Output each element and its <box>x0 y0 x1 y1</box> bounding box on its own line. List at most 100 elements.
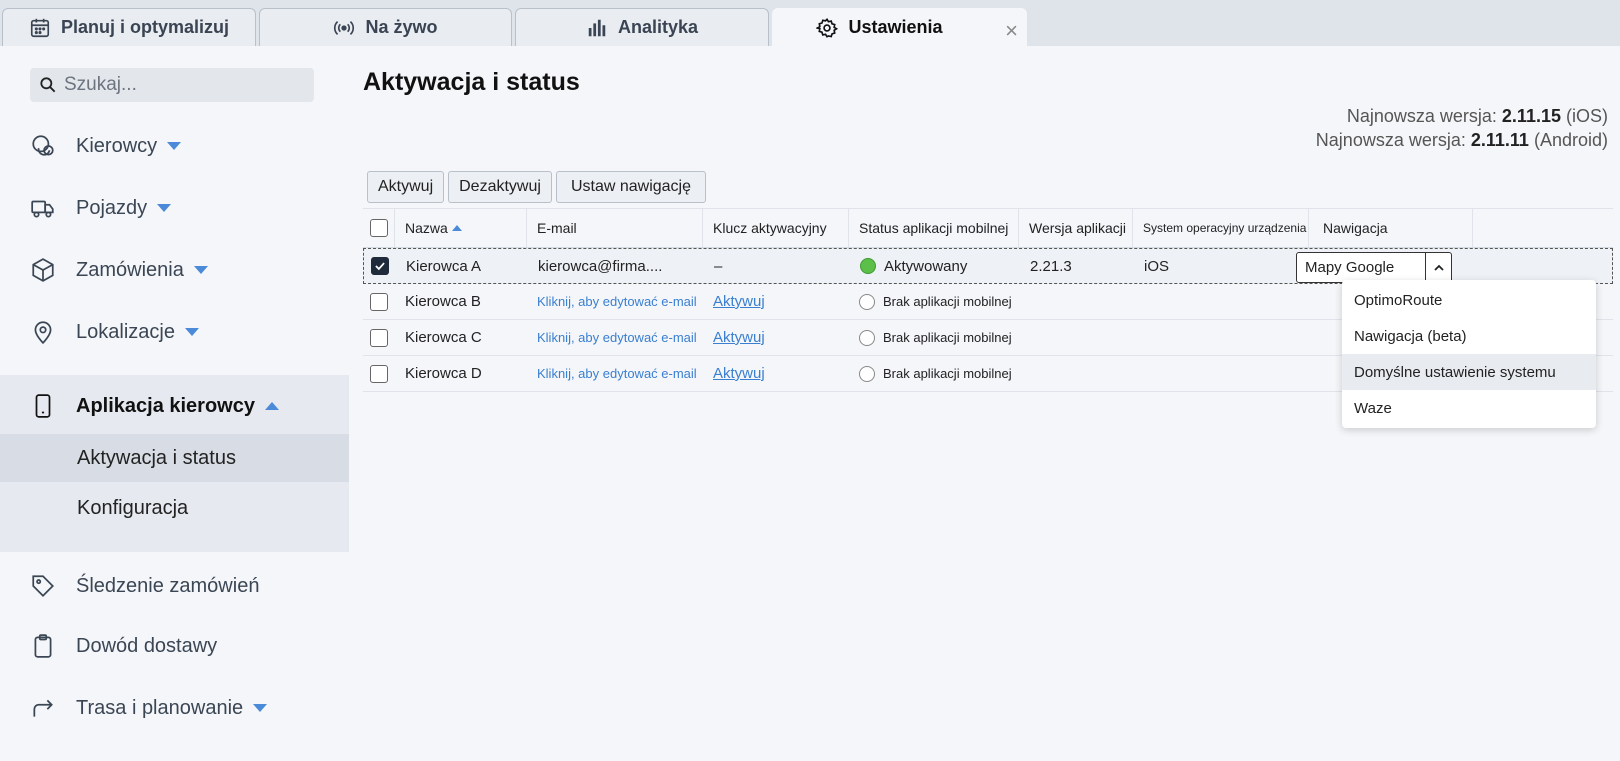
header-name[interactable]: Nazwa <box>395 209 527 247</box>
tab-plan[interactable]: Planuj i optymalizuj <box>2 8 256 46</box>
sidebar-item-order-tracking[interactable]: Śledzenie zamówień <box>0 556 349 616</box>
sort-asc-icon <box>451 225 462 231</box>
version-number: 2.11.11 <box>1470 130 1529 150</box>
sidebar-item-drivers[interactable]: Kierowcy <box>0 116 349 176</box>
header-label: Klucz aktywacyjny <box>713 220 827 236</box>
phone-icon <box>35 394 51 418</box>
chevron-up-icon[interactable] <box>264 402 279 410</box>
activate-link[interactable]: Aktywuj <box>713 365 765 382</box>
version-prefix: Najnowsza wersja: <box>1315 130 1466 150</box>
dropdown-option-optimoroute[interactable]: OptimoRoute <box>1342 282 1596 318</box>
activate-link[interactable]: Aktywuj <box>713 329 765 346</box>
sidebar-item-label: Zamówienia <box>76 258 184 281</box>
sidebar-subitem-configuration[interactable]: Konfiguracja <box>0 484 349 532</box>
clipboard-icon <box>34 634 52 658</box>
cell-key: – <box>714 257 723 275</box>
version-ios: Najnowsza wersja: 2.11.15 (iOS) <box>1316 104 1608 128</box>
gear-icon <box>816 17 839 38</box>
header-label: E-mail <box>537 220 577 236</box>
tag-icon <box>32 575 54 597</box>
search-icon <box>40 77 56 93</box>
dropdown-option-waze[interactable]: Waze <box>1342 390 1596 426</box>
close-icon[interactable]: × <box>1005 18 1018 44</box>
sidebar: Kierowcy Pojazdy Zamówienia Lokalizacje … <box>0 46 349 761</box>
sidebar-item-locations[interactable]: Lokalizacje <box>0 302 349 362</box>
version-info: Najnowsza wersja: 2.11.15 (iOS) Najnowsz… <box>1316 104 1608 152</box>
dropdown-option-system-default[interactable]: Domyślne ustawienie systemu <box>1342 354 1596 390</box>
header-label: Nawigacja <box>1323 220 1388 236</box>
chevron-down-icon[interactable] <box>253 704 268 712</box>
search-input[interactable] <box>64 74 304 96</box>
chevron-down-icon[interactable] <box>157 204 172 212</box>
cell-email[interactable]: Kliknij, aby edytować e-mail <box>527 356 703 391</box>
sidebar-item-orders[interactable]: Zamówienia <box>0 240 349 300</box>
header-label: Status aplikacji mobilnej <box>859 220 1009 236</box>
sidebar-item-driver-app[interactable]: Aplikacja kierowcy <box>0 376 349 436</box>
cell-email[interactable]: Kliknij, aby edytować e-mail <box>527 320 703 355</box>
page-title: Aktywacja i status <box>363 68 580 96</box>
broadcast-icon <box>334 20 355 35</box>
sidebar-item-vehicles[interactable]: Pojazdy <box>0 178 349 238</box>
activate-button[interactable]: Aktywuj <box>367 171 445 203</box>
version-prefix: Najnowsza wersja: <box>1346 106 1497 126</box>
tab-live[interactable]: Na żywo <box>259 8 512 46</box>
row-checkbox[interactable] <box>370 292 388 311</box>
row-checkbox[interactable] <box>371 257 389 275</box>
navigation-select[interactable]: Mapy Google <box>1296 252 1452 283</box>
header-version[interactable]: Wersja aplikacji <box>1019 209 1133 247</box>
chevron-down-icon[interactable] <box>184 328 199 336</box>
tab-settings[interactable]: Ustawienia × <box>772 8 1027 46</box>
box-icon <box>32 258 54 282</box>
table-row[interactable]: Kierowca A kierowca@firma.... – Aktywowa… <box>363 248 1613 284</box>
cell-os: iOS <box>1144 257 1170 275</box>
sidebar-item-route-planning[interactable]: Trasa i planowanie <box>0 678 349 738</box>
bar-chart-icon <box>588 19 606 36</box>
header-navigation[interactable]: Nawigacja <box>1309 209 1473 247</box>
status-inactive-icon <box>859 329 875 346</box>
edit-email-link[interactable]: Kliknij, aby edytować e-mail <box>537 294 697 309</box>
header-label: System operacyjny urządzenia <box>1143 221 1307 235</box>
row-checkbox[interactable] <box>370 328 388 347</box>
cell-version: 2.21.3 <box>1030 257 1072 275</box>
navigation-dropdown-menu: OptimoRoute Nawigacja (beta) Domyślne us… <box>1342 280 1596 428</box>
tab-bar: Planuj i optymalizuj Na żywo Analityka U… <box>0 0 1620 46</box>
set-navigation-button[interactable]: Ustaw nawigację <box>555 171 706 203</box>
tab-settings-label: Ustawienia <box>848 17 943 37</box>
tab-live-label: Na żywo <box>365 17 438 37</box>
search-box <box>30 68 314 102</box>
sidebar-item-label: Aplikacja kierowcy <box>76 394 255 417</box>
edit-email-link[interactable]: Kliknij, aby edytować e-mail <box>537 330 697 345</box>
tab-analytics[interactable]: Analityka <box>515 8 769 46</box>
edit-email-link[interactable]: Kliknij, aby edytować e-mail <box>537 366 697 381</box>
header-email[interactable]: E-mail <box>527 209 703 247</box>
header-status[interactable]: Status aplikacji mobilnej <box>849 209 1019 247</box>
sidebar-item-proof-of-delivery[interactable]: Dowód dostawy <box>0 616 349 676</box>
chevron-down-icon[interactable] <box>167 142 182 150</box>
chevron-down-icon[interactable] <box>193 266 208 274</box>
cell-name: Kierowca D <box>405 365 482 382</box>
sidebar-item-label: Lokalizacje <box>76 320 175 343</box>
sidebar-item-label: Kierowcy <box>76 134 158 157</box>
cell-key: Aktywuj <box>703 356 849 391</box>
header-key[interactable]: Klucz aktywacyjny <box>703 209 849 247</box>
cell-email[interactable]: Kliknij, aby edytować e-mail <box>527 284 703 319</box>
row-checkbox[interactable] <box>370 364 388 383</box>
route-arrow-icon <box>33 699 53 717</box>
select-all-checkbox[interactable] <box>369 219 388 237</box>
header-os[interactable]: System operacyjny urządzenia <box>1133 209 1309 247</box>
sidebar-subitem-activation[interactable]: Aktywacja i status <box>0 434 349 482</box>
cell-name: Kierowca C <box>405 329 482 346</box>
cell-email[interactable]: kierowca@firma.... <box>528 249 704 283</box>
status-label: Aktywowany <box>884 257 968 275</box>
status-label: Brak aplikacji mobilnej <box>883 330 1012 345</box>
deactivate-button[interactable]: Dezaktywuj <box>448 171 552 203</box>
tab-plan-label: Planuj i optymalizuj <box>60 17 230 37</box>
chevron-up-icon[interactable] <box>1425 253 1451 282</box>
dropdown-option-navigation-beta[interactable]: Nawigacja (beta) <box>1342 318 1596 354</box>
activate-link[interactable]: Aktywuj <box>713 293 765 310</box>
checkmark-icon <box>375 262 385 271</box>
tab-analytics-label: Analityka <box>617 17 699 37</box>
cell-status: Brak aplikacji mobilnej <box>849 356 1019 391</box>
status-label: Brak aplikacji mobilnej <box>883 294 1012 309</box>
action-buttons: Aktywuj Dezaktywuj Ustaw nawigację <box>367 171 706 203</box>
